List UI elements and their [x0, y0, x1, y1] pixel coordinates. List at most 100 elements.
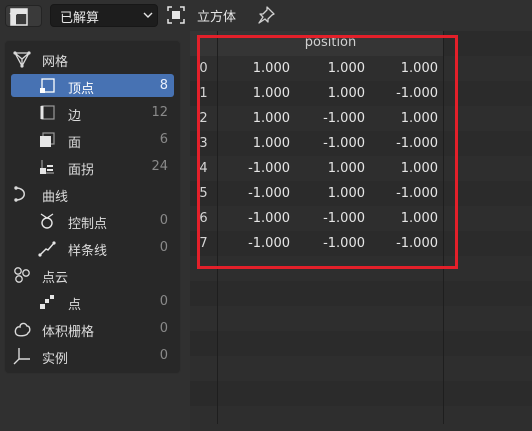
cell-y: -1.000: [323, 211, 365, 226]
dataset-label: 边: [68, 109, 82, 124]
spreadsheet-header: 已解算 立方体: [0, 0, 532, 30]
cell-x: 1.000: [252, 61, 290, 76]
dataset-count: 0: [159, 240, 168, 255]
row-index: 1: [199, 86, 208, 101]
table-row: 0 1.000 1.000 1.000: [190, 56, 532, 81]
cell-z: -1.000: [396, 86, 438, 101]
dataset-item-face-corner[interactable]: 面拐 24: [5, 155, 180, 179]
dataset-label: 面: [68, 136, 82, 151]
spline-icon: [38, 241, 56, 257]
cell-y: 1.000: [327, 86, 365, 101]
cell-z: 1.000: [400, 111, 438, 126]
table-row: 6 -1.000 -1.000 1.000: [190, 206, 532, 231]
column-divider: [217, 31, 218, 424]
dataset-label: 曲线: [42, 190, 69, 205]
cell-x: -1.000: [248, 211, 290, 226]
dataset-item-instance[interactable]: 实例 0: [5, 344, 180, 368]
column-header-position[interactable]: position: [218, 31, 443, 56]
spreadsheet-table: 0 1.000 1.000 1.000 1 1.000 1.000 -1.000…: [190, 31, 532, 431]
dataset-item-volume-grid[interactable]: 体积栅格 0: [5, 317, 180, 341]
cell-y: 1.000: [327, 186, 365, 201]
vertex-icon: [40, 78, 55, 93]
row-index: 0: [199, 61, 208, 76]
dataset-label: 点云: [42, 271, 69, 286]
cell-z: 1.000: [400, 161, 438, 176]
table-corner: [190, 31, 217, 56]
chevron-down-icon: [9, 12, 18, 19]
display-filter-dropdown[interactable]: 已解算: [50, 4, 158, 27]
dataset-item-curve[interactable]: 曲线: [5, 182, 180, 206]
cell-z: 1.000: [400, 61, 438, 76]
row-index: 5: [199, 186, 208, 201]
table-row: [190, 381, 532, 406]
dataset-label: 样条线: [68, 244, 108, 259]
mesh-icon: [13, 51, 31, 68]
table-row: 4 -1.000 1.000 1.000: [190, 156, 532, 181]
dataset-label: 面拐: [68, 163, 95, 178]
dataset-item-mesh[interactable]: 网格: [5, 47, 180, 71]
object-icon[interactable]: [167, 6, 185, 24]
dataset-item-point-cloud[interactable]: 点云: [5, 263, 180, 287]
point-icon: [40, 295, 54, 309]
column-divider: [443, 31, 444, 424]
volume-grid-icon: [14, 322, 31, 337]
cell-x: 1.000: [252, 86, 290, 101]
cell-y: -1.000: [323, 236, 365, 251]
row-index: 6: [199, 211, 208, 226]
cell-x: 1.000: [252, 111, 290, 126]
dataset-label: 实例: [42, 352, 69, 367]
table-row: 5 -1.000 1.000 -1.000: [190, 181, 532, 206]
dataset-panel: 网格 顶点 8 边 12 面 6 面拐 24 曲线 控制点 0 样条线 0 点云…: [4, 40, 181, 374]
cell-y: -1.000: [323, 136, 365, 151]
cell-x: -1.000: [248, 236, 290, 251]
table-row: [190, 256, 532, 281]
row-index: 4: [199, 161, 208, 176]
table-row: 1 1.000 1.000 -1.000: [190, 81, 532, 106]
pin-icon[interactable]: [256, 6, 276, 24]
dataset-label: 控制点: [68, 217, 108, 232]
row-index: 3: [199, 136, 208, 151]
column-title: position: [304, 35, 357, 50]
table-row: 2 1.000 -1.000 1.000: [190, 106, 532, 131]
table-row: [190, 306, 532, 331]
dataset-count: 8: [159, 78, 168, 93]
cell-x: 1.000: [252, 136, 290, 151]
dataset-item-face[interactable]: 面 6: [5, 128, 180, 152]
row-index: 7: [199, 236, 208, 251]
face-corner-icon: [40, 160, 54, 174]
cell-y: 1.000: [327, 61, 365, 76]
table-row: 3 1.000 -1.000 -1.000: [190, 131, 532, 156]
face-icon: [40, 132, 55, 147]
dataset-item-vertex[interactable]: 顶点 8: [5, 74, 180, 98]
row-index: 2: [199, 111, 208, 126]
dataset-label: 体积栅格: [42, 325, 95, 340]
dataset-item-spline[interactable]: 样条线 0: [5, 236, 180, 260]
cell-x: -1.000: [248, 161, 290, 176]
table-row: [190, 406, 532, 431]
cell-z: 1.000: [400, 211, 438, 226]
cell-z: -1.000: [396, 136, 438, 151]
dataset-count: 6: [159, 132, 168, 147]
edge-icon: [40, 105, 55, 120]
object-name: 立方体: [197, 10, 237, 25]
dataset-count: 0: [159, 294, 168, 309]
dataset-label: 点: [68, 298, 82, 313]
cell-y: -1.000: [323, 111, 365, 126]
point-cloud-icon: [14, 267, 30, 283]
display-filter-value: 已解算: [60, 11, 100, 26]
cell-x: -1.000: [248, 186, 290, 201]
dataset-label: 网格: [42, 55, 69, 70]
chevron-down-icon: [143, 12, 153, 18]
dataset-item-edge[interactable]: 边 12: [5, 101, 180, 125]
table-row: [190, 356, 532, 381]
control-point-icon: [40, 213, 54, 229]
editor-type-selector[interactable]: [5, 5, 42, 27]
dataset-label: 顶点: [68, 82, 95, 97]
dataset-item-control-point[interactable]: 控制点 0: [5, 209, 180, 233]
dataset-count: 24: [151, 159, 168, 174]
curve-icon: [14, 186, 25, 202]
dataset-item-point[interactable]: 点 0: [5, 290, 180, 314]
table-row: [190, 281, 532, 306]
table-row: 7 -1.000 -1.000 -1.000: [190, 231, 532, 256]
dataset-count: 12: [151, 105, 168, 120]
